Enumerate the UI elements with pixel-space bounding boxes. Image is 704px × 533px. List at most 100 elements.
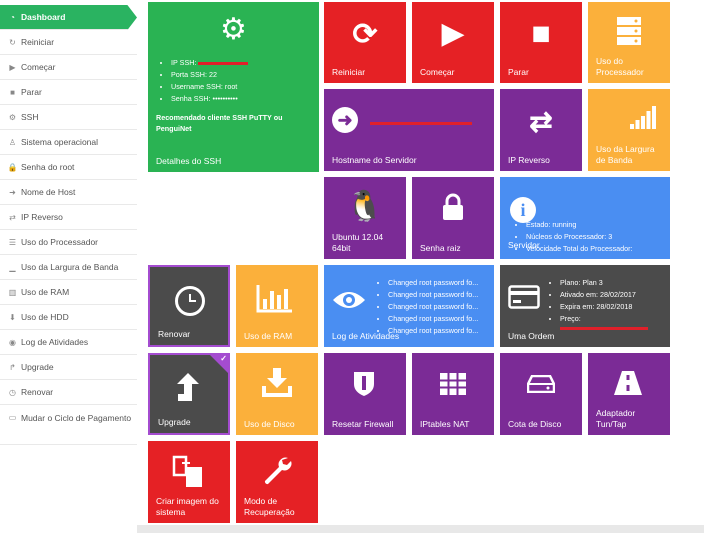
sidebar-item-label: IP Reverso: [21, 212, 63, 222]
sidebar-item-label: Uso de RAM: [21, 287, 70, 297]
os-tile[interactable]: 🐧 Ubuntu 12.04 64bit: [324, 177, 406, 259]
order-price: Preço:: [560, 313, 636, 325]
road-icon: [614, 371, 642, 397]
sidebar-item-10[interactable]: ▁ Uso da Largura de Banda: [0, 255, 137, 280]
cpu-label: Uso do Processador: [596, 56, 644, 77]
dashboard-icon: ◔: [10, 12, 15, 22]
disk-quota-tile[interactable]: Cota de Disco: [500, 353, 582, 435]
create-image-label: Criar imagem do sistema: [156, 496, 219, 517]
lock-icon: [412, 193, 494, 223]
renew-tile[interactable]: Renovar: [148, 265, 230, 347]
order-plan: Plano: Plan 3: [560, 277, 636, 289]
sidebar-item-label: Nome de Host: [21, 187, 76, 197]
sidebar-item-9[interactable]: ☰ Uso do Processador: [0, 230, 137, 255]
sidebar-item-7[interactable]: ➜ Nome de Host: [0, 180, 137, 205]
order-label: Uma Ordem: [508, 331, 555, 341]
reverse-ip-tile[interactable]: ⇄ IP Reverso: [500, 89, 582, 171]
activity-log-label: Log de Atividades: [332, 331, 400, 341]
linux-icon: ♙: [8, 137, 17, 147]
ssh-details-tile[interactable]: ⚙ IP SSH: Porta SSH: 22 Username SSH: ro…: [148, 2, 319, 172]
iptables-nat-tile[interactable]: IPtables NAT: [412, 353, 494, 435]
disk-usage-tile[interactable]: Uso de Disco: [236, 353, 318, 435]
start-tile[interactable]: ▶ Começar: [412, 2, 494, 83]
arrow-circle-icon: ➜: [332, 107, 358, 133]
sidebar: ◔ Dashboard ↻ Reiniciar ▶ Começar ■ Parar ⚙ SSH ♙ S…: [0, 0, 137, 533]
redaction-mark: [370, 122, 472, 125]
sidebar-item-11[interactable]: ▥ Uso de RAM: [0, 280, 137, 305]
card-icon: [508, 285, 540, 311]
stop-tile[interactable]: ■ Parar: [500, 2, 582, 83]
card-icon: ▭: [8, 413, 17, 422]
sidebar-item-label: Dashboard: [21, 12, 66, 22]
stop-label: Parar: [508, 67, 529, 77]
order-activated: Ativado em: 28/02/2017: [560, 289, 636, 301]
cpu-usage-tile[interactable]: Uso do Processador: [588, 2, 670, 83]
checkmark-icon: ✓: [220, 354, 227, 363]
recovery-mode-tile[interactable]: Modo de Recuperação: [236, 441, 318, 523]
sidebar-item-label: Parar: [21, 87, 42, 97]
grid-icon: [440, 373, 466, 397]
clock-icon: ◷: [9, 387, 16, 397]
refresh-icon: ↻: [9, 37, 16, 47]
activity-log-tile[interactable]: Changed root password fo...Changed root …: [324, 265, 494, 347]
sidebar-item-label: Log de Atividades: [21, 337, 89, 347]
server-label: Servidor: [508, 240, 540, 250]
sidebar-item-label: SSH: [21, 112, 39, 122]
retweet-icon: ⇄: [9, 212, 16, 222]
play-icon: ▶: [441, 17, 465, 50]
server-info-tile[interactable]: i Estado: running Núcleos do Processador…: [500, 177, 670, 259]
os-label: Ubuntu 12.04 64bit: [332, 232, 384, 253]
arrow-circle-icon: ➜: [9, 187, 16, 197]
order-tile[interactable]: Plano: Plan 3 Ativado em: 28/02/2017 Exp…: [500, 265, 670, 347]
sidebar-item-13[interactable]: ◉ Log de Atividades: [0, 330, 137, 355]
start-label: Começar: [420, 67, 455, 77]
sidebar-item-4[interactable]: ⚙ SSH: [0, 105, 137, 130]
sidebar-item-label: Uso de HDD: [21, 312, 69, 322]
ram-label: Uso de RAM: [244, 331, 293, 341]
reset-firewall-tile[interactable]: Resetar Firewall: [324, 353, 406, 435]
sidebar-item-label: Reiniciar: [21, 37, 55, 47]
upgrade-tile[interactable]: ✓ Upgrade: [148, 353, 230, 435]
sidebar-item-6[interactable]: 🔒 Senha do root: [0, 155, 137, 180]
redaction-mark: [560, 327, 648, 330]
sidebar-item-14[interactable]: ↱ Upgrade: [0, 355, 137, 380]
clock-icon: [175, 286, 205, 316]
copy-icon: [172, 455, 204, 491]
sidebar-item-5[interactable]: ♙ Sistema operacional: [0, 130, 137, 155]
sidebar-item-2[interactable]: ▶ Começar: [0, 55, 137, 80]
sidebar-item-12[interactable]: ⬇ Uso de HDD: [0, 305, 137, 330]
sidebar-item-1[interactable]: ↻ Reiniciar: [0, 30, 137, 55]
iptables-nat-label: IPtables NAT: [420, 419, 470, 429]
bandwidth-tile[interactable]: Uso da Largura de Banda: [588, 89, 670, 171]
server-icon: [588, 16, 670, 48]
sidebar-item-0[interactable]: ◔ Dashboard: [0, 5, 137, 30]
upgrade-icon: [175, 372, 201, 404]
ram-usage-tile[interactable]: Uso de RAM: [236, 265, 318, 347]
sidebar-item-8[interactable]: ⇄ IP Reverso: [0, 205, 137, 230]
server-status: Estado: running: [526, 219, 633, 231]
restart-label: Reiniciar: [332, 67, 366, 77]
play-icon: ▶: [9, 62, 16, 72]
restart-tile[interactable]: ⟳ Reiniciar: [324, 2, 406, 83]
create-image-tile[interactable]: Criar imagem do sistema: [148, 441, 230, 523]
linux-icon: 🐧: [346, 190, 384, 223]
ssh-pass: Senha SSH: ••••••••••: [171, 93, 248, 105]
hdd-icon: [526, 374, 556, 395]
wrench-icon: [262, 455, 292, 487]
renew-label: Renovar: [158, 329, 191, 339]
reset-firewall-label: Resetar Firewall: [332, 419, 394, 429]
root-password-tile[interactable]: Senha raiz: [412, 177, 494, 259]
stop-icon: ■: [531, 15, 551, 51]
ssh-user: Username SSH: root: [171, 81, 248, 93]
root-password-label: Senha raiz: [420, 243, 461, 253]
tun-tap-tile[interactable]: Adaptador Tun/Tap: [588, 353, 670, 435]
ssh-recommend: Recomendado cliente SSH PuTTY ou PenguiN…: [156, 113, 283, 133]
ssh-ip: IP SSH:: [171, 57, 249, 69]
disk-usage-label: Uso de Disco: [244, 419, 295, 429]
download-icon: [261, 368, 293, 400]
sidebar-item-3[interactable]: ■ Parar: [0, 80, 137, 105]
sidebar-item-16[interactable]: ▭ Mudar o Ciclo de Pagamento: [0, 405, 137, 445]
hostname-tile[interactable]: ➜ Hostname do Servidor: [324, 89, 494, 171]
sidebar-item-15[interactable]: ◷ Renovar: [0, 380, 137, 405]
ssh-label: Detalhes do SSH: [156, 156, 222, 166]
